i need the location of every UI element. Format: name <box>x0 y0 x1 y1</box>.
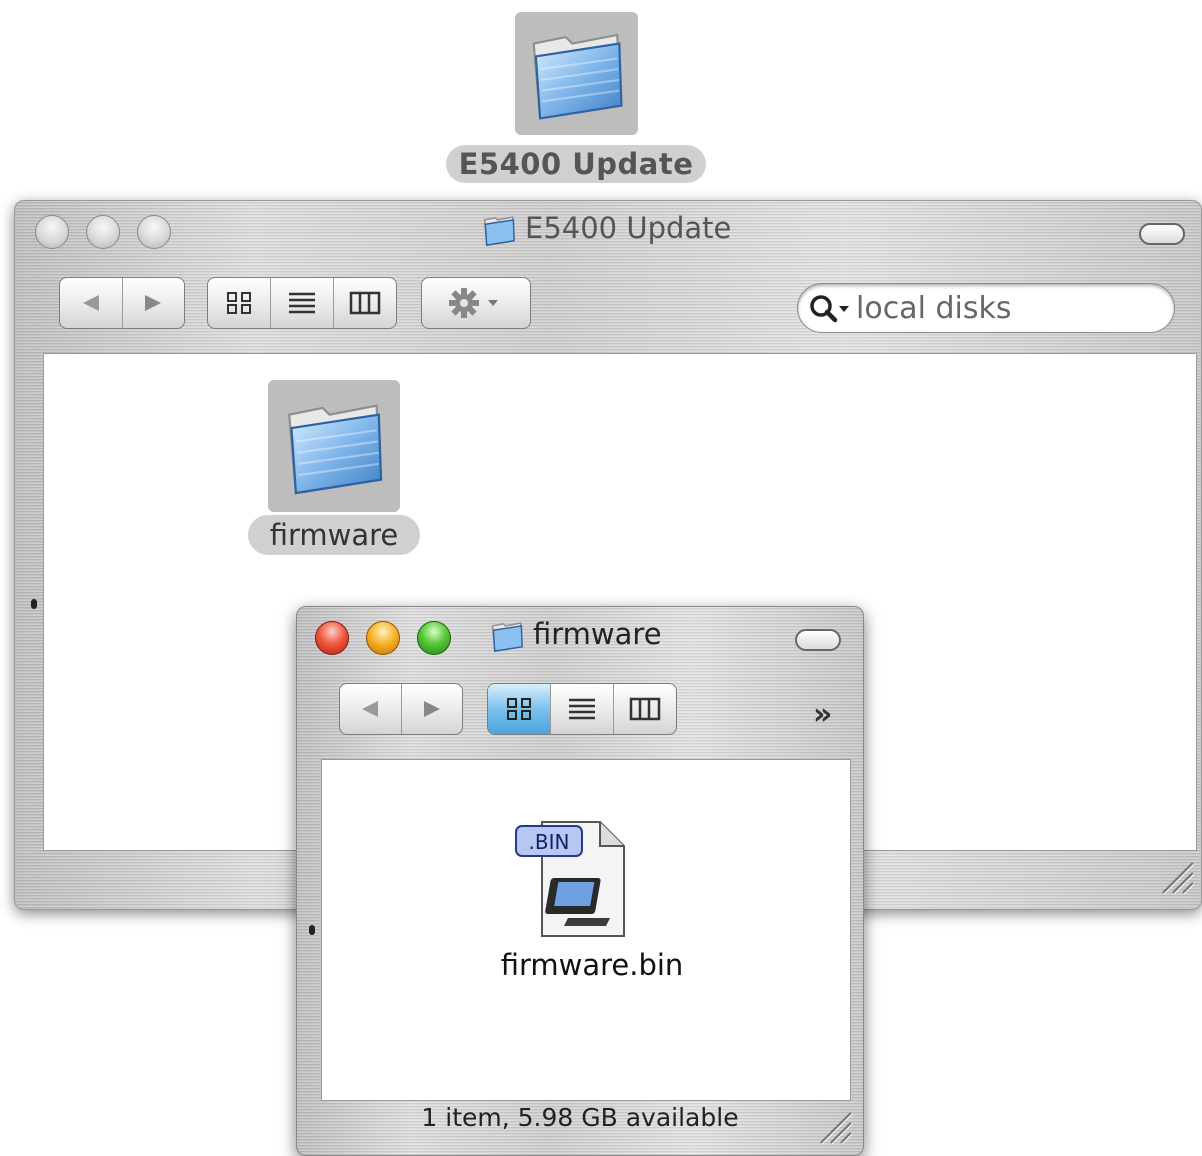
action-menu-cell[interactable] <box>422 278 530 328</box>
window-title: firmware <box>489 617 662 654</box>
view-segmented-control <box>207 277 397 329</box>
zoom-button[interactable] <box>137 215 171 249</box>
magnifier-icon[interactable] <box>808 293 852 325</box>
desktop-folder-e5400-update[interactable]: E5400 Update <box>446 12 706 187</box>
side-marker <box>31 599 37 609</box>
toolbar-toggle-button[interactable] <box>1139 223 1185 245</box>
folder-icon[interactable] <box>268 380 400 512</box>
window-title-text: E5400 Update <box>525 211 732 245</box>
icon-view-icon <box>507 698 531 720</box>
column-view-icon <box>629 697 661 721</box>
window-title: E5400 Update <box>481 211 731 248</box>
icon-view-button[interactable] <box>208 278 271 328</box>
minimize-button[interactable] <box>86 215 120 249</box>
column-view-button[interactable] <box>334 278 396 328</box>
resize-grip-icon[interactable] <box>813 1105 853 1145</box>
icon-view-icon <box>227 292 251 314</box>
folder-icon <box>483 216 515 246</box>
back-button[interactable] <box>340 684 402 734</box>
list-view-icon <box>289 292 315 314</box>
close-button[interactable] <box>315 621 349 655</box>
back-arrow-icon <box>362 701 379 717</box>
folder-item-firmware[interactable]: firmware <box>248 380 420 560</box>
folder-icon <box>491 622 523 652</box>
column-view-button[interactable] <box>614 684 676 734</box>
toolbar-toggle-button[interactable] <box>795 629 841 651</box>
gear-icon <box>449 288 498 318</box>
bin-file-icon[interactable]: .BIN <box>512 816 632 940</box>
list-view-button[interactable] <box>551 684 614 734</box>
svg-text:.BIN: .BIN <box>529 830 570 854</box>
window-title-text: firmware <box>533 617 662 651</box>
side-marker <box>309 925 315 935</box>
folder-icon[interactable] <box>515 12 638 135</box>
back-forward-control <box>59 277 185 329</box>
finder-window-firmware: firmware » .BIN firmware.bin 1 item, 5.9… <box>296 606 864 1156</box>
column-view-icon <box>349 291 381 315</box>
list-view-icon <box>569 698 595 720</box>
toolbar-overflow-button[interactable]: » <box>813 697 832 732</box>
icon-view-button[interactable] <box>488 684 551 734</box>
view-segmented-control <box>487 683 677 735</box>
forward-arrow-icon <box>145 295 162 311</box>
file-item-firmware-bin[interactable]: .BIN firmware.bin <box>482 816 702 986</box>
back-button[interactable] <box>60 278 123 328</box>
status-bar-text: 1 item, 5.98 GB available <box>421 1103 739 1132</box>
forward-button[interactable] <box>402 684 463 734</box>
search-field[interactable]: local disks <box>797 283 1175 333</box>
folder-item-label: firmware <box>248 515 420 555</box>
resize-grip-icon[interactable] <box>1155 855 1195 895</box>
search-placeholder: local disks <box>856 291 1012 326</box>
forward-arrow-icon <box>423 701 440 717</box>
back-arrow-icon <box>82 295 99 311</box>
desktop-folder-label: E5400 Update <box>446 145 706 183</box>
zoom-button[interactable] <box>417 621 451 655</box>
close-button[interactable] <box>35 215 69 249</box>
minimize-button[interactable] <box>366 621 400 655</box>
list-view-button[interactable] <box>271 278 334 328</box>
file-item-label: firmware.bin <box>500 948 684 982</box>
back-forward-control <box>339 683 463 735</box>
window-content-area: .BIN firmware.bin <box>321 759 851 1101</box>
forward-button[interactable] <box>123 278 185 328</box>
action-menu-button[interactable] <box>421 277 531 329</box>
